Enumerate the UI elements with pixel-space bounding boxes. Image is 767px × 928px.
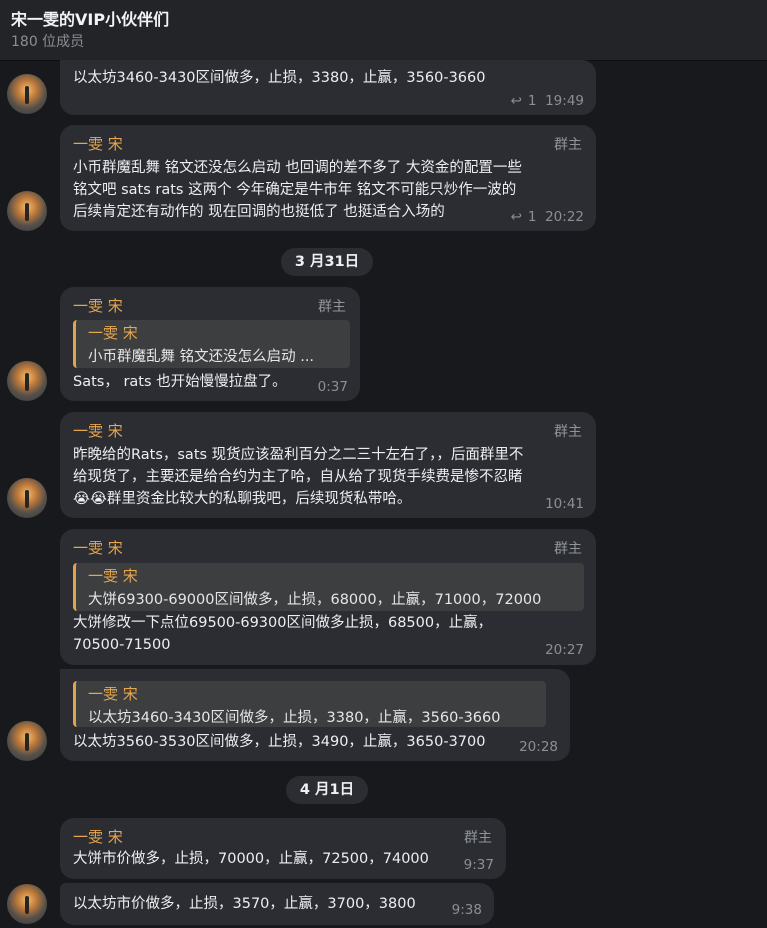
- message-bubble[interactable]: 以太坊3460-3430区间做多，止损，3380，止赢，3560-3660 ↩ 1…: [60, 60, 596, 115]
- message-text: 大饼市价做多，止损，70000，止赢，72500，74000: [73, 851, 429, 867]
- quote-sender: 一雯 宋: [88, 567, 138, 585]
- avatar[interactable]: [7, 191, 47, 231]
- role-badge: 群主: [554, 137, 582, 153]
- role-badge: 群主: [554, 424, 582, 440]
- message-bubble[interactable]: 一雯 宋 群主 小币群魔乱舞 铭文还没怎么启动 也回调的差不多了 大资金的配置一…: [60, 125, 596, 231]
- message-line: 昨晚给的Rats，sats 现货应该盈利百分之二三十左右了，，后面群里不: [73, 447, 524, 463]
- message-time: 9:38: [451, 902, 482, 918]
- reply-icon: ↩: [510, 209, 522, 225]
- message-bubble[interactable]: 以太坊市价做多，止损，3570，止赢，3700，3800 9:38: [60, 883, 494, 925]
- reply-icon: ↩: [510, 93, 522, 109]
- sender-name[interactable]: 一雯 宋: [73, 133, 123, 155]
- message-time: 20:28: [519, 739, 558, 755]
- date-separator: 3 月31日: [281, 248, 373, 276]
- chat-title: 宋一雯的VIP小伙伴们: [11, 10, 170, 29]
- message-bubble[interactable]: 一雯 宋 群主 大饼市价做多，止损，70000，止赢，72500，74000 9…: [60, 818, 506, 879]
- member-count: 180 位成员: [11, 34, 85, 50]
- date-separator: 4 月1日: [286, 776, 368, 804]
- avatar[interactable]: [7, 721, 47, 761]
- quote-sender: 一雯 宋: [88, 324, 138, 342]
- quote-sender: 一雯 宋: [88, 685, 138, 703]
- sender-name[interactable]: 一雯 宋: [73, 295, 123, 317]
- message-text: Sats， rats 也开始慢慢拉盘了。: [73, 374, 287, 390]
- message-time: 10:41: [545, 496, 584, 512]
- quote-text: 以太坊3460-3430区间做多，止损，3380，止赢，3560-3660: [88, 710, 501, 726]
- sender-name[interactable]: 一雯 宋: [73, 826, 123, 848]
- message-meta: ↩ 1 20:22: [511, 206, 584, 228]
- message-text: 以太坊3560-3530区间做多，止损，3490，止赢，3650-3700: [73, 734, 486, 750]
- message-time: 19:49: [545, 93, 584, 109]
- quote-text: 小币群魔乱舞 铭文还没怎么启动 ...: [88, 349, 315, 365]
- chat-header[interactable]: 宋一雯的VIP小伙伴们 180 位成员: [0, 0, 767, 61]
- message-meta: ↩ 1 19:49: [511, 90, 584, 112]
- quoted-message[interactable]: 一雯 宋 小币群魔乱舞 铭文还没怎么启动 ...: [73, 320, 350, 368]
- role-badge: 群主: [464, 830, 492, 846]
- message-text: 以太坊市价做多，止损，3570，止赢，3700，3800: [73, 896, 416, 912]
- message-bubble[interactable]: 一雯 宋 群主 昨晚给的Rats，sats 现货应该盈利百分之二三十左右了，，后…: [60, 412, 596, 518]
- avatar[interactable]: [7, 478, 47, 518]
- quoted-message[interactable]: 一雯 宋 以太坊3460-3430区间做多，止损，3380，止赢，3560-36…: [73, 681, 546, 727]
- message-bubble[interactable]: 一雯 宋 群主 一雯 宋 小币群魔乱舞 铭文还没怎么启动 ... Sats， r…: [60, 287, 360, 401]
- message-time: 20:22: [545, 209, 584, 225]
- message-time: 0:37: [317, 379, 348, 395]
- message-bubble[interactable]: 一雯 宋 以太坊3460-3430区间做多，止损，3380，止赢，3560-36…: [60, 669, 570, 761]
- message-line: 给现货了，主要还是给合约为主了哈，自从给了现货手续费是惨不忍睹: [73, 469, 523, 485]
- message-bubble[interactable]: 一雯 宋 群主 一雯 宋 大饼69300-69000区间做多，止损，68000，…: [60, 529, 596, 665]
- sender-name[interactable]: 一雯 宋: [73, 537, 123, 559]
- message-time: 9:37: [463, 857, 494, 873]
- avatar[interactable]: [7, 361, 47, 401]
- sender-name[interactable]: 一雯 宋: [73, 420, 123, 442]
- message-line: 小币群魔乱舞 铭文还没怎么启动 也回调的差不多了 大资金的配置一些: [73, 160, 522, 176]
- avatar[interactable]: [7, 74, 47, 114]
- message-line: 😭😭群里资金比较大的私聊我吧，后续现货私带哈。: [73, 491, 412, 507]
- message-line: 后续肯定还有动作的 现在回调的也挺低了 也挺适合入场的: [73, 204, 445, 220]
- message-line: 铭文吧 sats rats 这两个 今年确定是牛市年 铭文不可能只炒作一波的: [73, 182, 517, 198]
- message-line: 70500-71500: [73, 637, 171, 653]
- avatar[interactable]: [7, 884, 47, 924]
- quote-text: 大饼69300-69000区间做多，止损，68000，止赢，71000，7200…: [88, 592, 542, 608]
- quoted-message[interactable]: 一雯 宋 大饼69300-69000区间做多，止损，68000，止赢，71000…: [73, 563, 584, 611]
- role-badge: 群主: [318, 299, 346, 315]
- message-line: 大饼修改一下点位69500-69300区间做多止损，68500，止赢，: [73, 615, 493, 631]
- role-badge: 群主: [554, 541, 582, 557]
- message-text: 以太坊3460-3430区间做多，止损，3380，止赢，3560-3660: [73, 70, 486, 86]
- message-time: 20:27: [545, 642, 584, 658]
